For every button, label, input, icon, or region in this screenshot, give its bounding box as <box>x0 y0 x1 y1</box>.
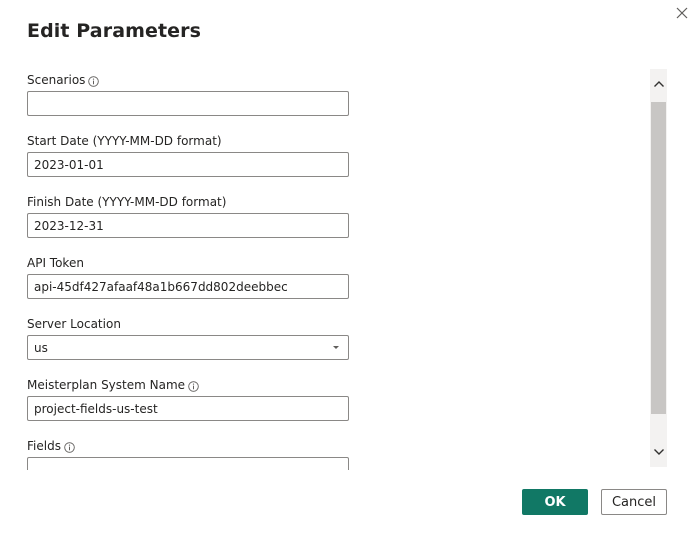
parameters-scroll-area: Scenarios Start Date (YYYY-MM-DD format) <box>0 66 650 470</box>
info-icon[interactable] <box>88 75 100 87</box>
info-icon[interactable] <box>64 441 75 453</box>
field-scenarios: Scenarios <box>27 72 349 116</box>
start-date-input[interactable] <box>27 152 349 177</box>
field-api-token: API Token <box>27 255 349 299</box>
system-name-input[interactable] <box>27 396 349 421</box>
scenarios-label: Scenarios <box>27 73 86 87</box>
field-finish-date: Finish Date (YYYY-MM-DD format) <box>27 194 349 238</box>
fields-label: Fields <box>27 439 61 453</box>
server-location-value: us <box>34 340 48 355</box>
scroll-thumb[interactable] <box>651 102 666 414</box>
server-location-dropdown[interactable]: us <box>27 335 349 360</box>
cancel-button[interactable]: Cancel <box>601 489 667 515</box>
finish-date-label: Finish Date (YYYY-MM-DD format) <box>27 195 227 209</box>
ok-button[interactable]: OK <box>522 489 588 515</box>
info-icon[interactable] <box>188 380 199 392</box>
field-server-location: Server Location us <box>27 316 349 360</box>
scroll-down-button[interactable] <box>650 437 667 467</box>
api-token-label: API Token <box>27 256 84 270</box>
chevron-up-icon <box>653 81 664 87</box>
fields-input[interactable] <box>27 457 349 470</box>
scroll-up-button[interactable] <box>650 69 667 99</box>
dialog-title: Edit Parameters <box>27 20 202 42</box>
chevron-down-icon <box>333 346 339 349</box>
field-start-date: Start Date (YYYY-MM-DD format) <box>27 133 349 177</box>
field-system-name: Meisterplan System Name <box>27 377 349 421</box>
server-location-label: Server Location <box>27 317 121 331</box>
field-fields: Fields <box>27 438 349 470</box>
edit-parameters-dialog: Edit Parameters Scenarios Start Date (YY… <box>0 0 693 540</box>
close-icon[interactable] <box>674 5 690 21</box>
chevron-down-icon <box>653 449 664 455</box>
start-date-label: Start Date (YYYY-MM-DD format) <box>27 134 222 148</box>
vertical-scrollbar[interactable] <box>650 69 667 467</box>
api-token-input[interactable] <box>27 274 349 299</box>
finish-date-input[interactable] <box>27 213 349 238</box>
scenarios-input[interactable] <box>27 91 349 116</box>
system-name-label: Meisterplan System Name <box>27 378 186 392</box>
